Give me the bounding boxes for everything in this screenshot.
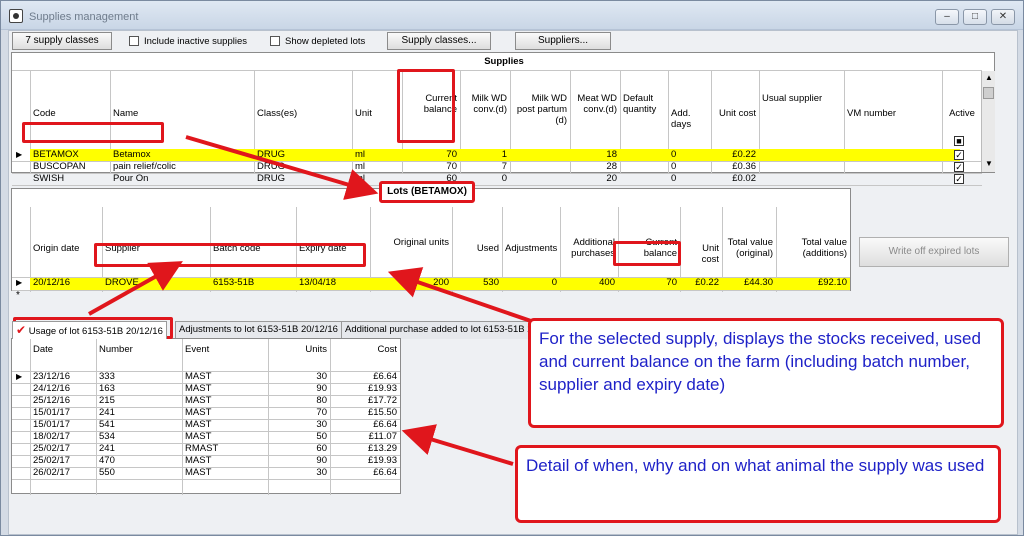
- lots-callout: For the selected supply, displays the st…: [528, 318, 1004, 428]
- usage-callout: Detail of when, why and on what animal t…: [515, 445, 1001, 523]
- arrow-usage-to-lots: [88, 261, 183, 316]
- tab-usage[interactable]: ✔ Usage of lot 6153-51B 20/12/16: [12, 321, 167, 339]
- arrow-supplies-to-lots: [185, 135, 379, 200]
- app-window: Supplies management ‒ □ ✕ 7 supply class…: [0, 0, 1024, 536]
- checkmark-icon: ✔: [16, 323, 27, 337]
- arrow-callout-to-usage: [401, 424, 514, 466]
- tab-usage-label: Usage of lot 6153-51B 20/12/16: [28, 326, 163, 337]
- arrow-callout-to-lots: [387, 267, 532, 323]
